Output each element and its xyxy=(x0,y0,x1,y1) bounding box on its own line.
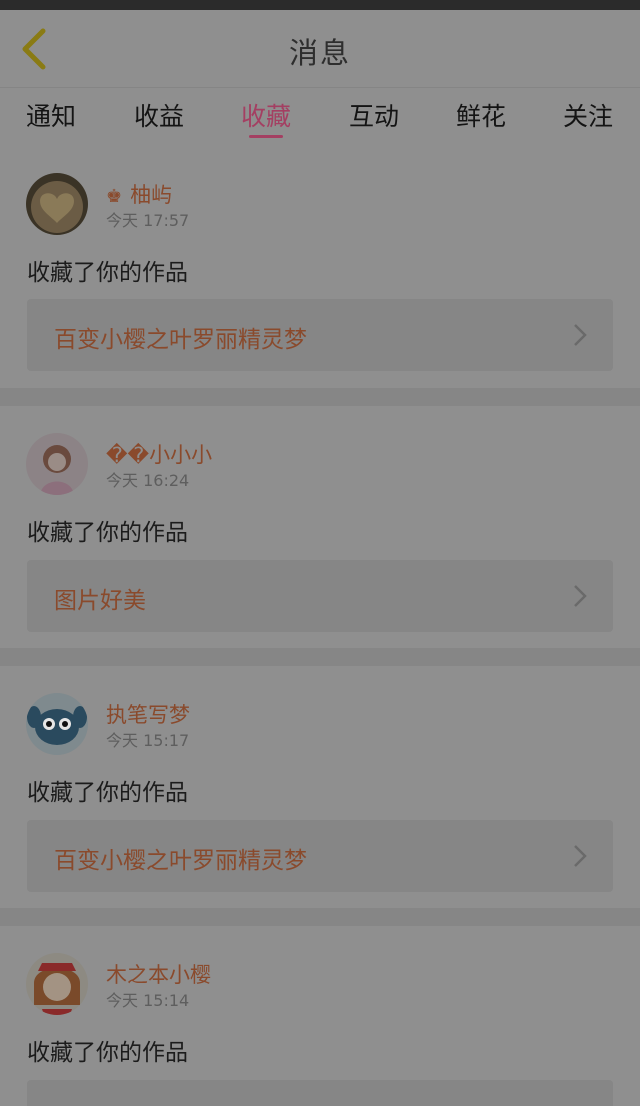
work-link[interactable]: 百变小樱之叶罗丽精灵梦 xyxy=(27,820,613,892)
tab-earnings[interactable]: 收益 xyxy=(119,97,199,133)
page-title: 消息 xyxy=(288,36,351,70)
tab-notifications[interactable]: 通知 xyxy=(11,97,91,133)
action-text: 收藏了你的作品 xyxy=(27,520,188,546)
status-bar xyxy=(0,0,640,10)
avatar[interactable] xyxy=(26,173,88,235)
message-card: 执笔写梦 今天 15:17 收藏了你的作品 百变小樱之叶罗丽精灵梦 xyxy=(0,666,640,908)
tab-favorites[interactable]: 收藏 xyxy=(226,97,306,133)
message-card: ��小小小 今天 16:24 收藏了你的作品 图片好美 xyxy=(0,406,640,648)
action-text: 收藏了你的作品 xyxy=(27,260,188,286)
work-title: 图片好美 xyxy=(54,588,146,614)
action-text: 收藏了你的作品 xyxy=(27,780,188,806)
username[interactable]: 执笔写梦 xyxy=(106,699,190,729)
timestamp: 今天 15:14 xyxy=(106,991,190,1010)
username[interactable]: ��小小小 xyxy=(106,439,212,469)
divider xyxy=(0,908,640,926)
tab-bar: 通知 收益 收藏 互动 鲜花 关注 xyxy=(0,89,640,141)
crown-icon: ♚ xyxy=(106,186,123,207)
chevron-right-icon xyxy=(574,324,587,346)
work-link[interactable]: 百变小樱之叶罗丽精灵梦 xyxy=(27,299,613,371)
avatar[interactable] xyxy=(26,433,88,495)
active-tab-indicator xyxy=(249,135,283,138)
chevron-right-icon xyxy=(574,845,587,867)
username[interactable]: 木之本小樱 xyxy=(106,959,211,989)
action-text: 收藏了你的作品 xyxy=(27,1040,188,1066)
tab-interactions[interactable]: 互动 xyxy=(334,97,414,133)
divider xyxy=(0,648,640,666)
tab-following[interactable]: 关注 xyxy=(548,97,628,133)
timestamp: 今天 17:57 xyxy=(106,211,190,230)
work-title: 百变小樱之叶罗丽精灵梦 xyxy=(54,848,307,874)
chevron-right-icon xyxy=(574,585,587,607)
work-link[interactable] xyxy=(27,1080,613,1106)
avatar[interactable] xyxy=(26,693,88,755)
divider xyxy=(0,388,640,406)
username[interactable]: ♚ 柚屿 xyxy=(106,179,172,209)
message-card: 木之本小樱 今天 15:14 收藏了你的作品 xyxy=(0,926,640,1106)
timestamp: 今天 16:24 xyxy=(106,471,190,490)
nav-bar: 消息 xyxy=(0,10,640,88)
work-link[interactable]: 图片好美 xyxy=(27,560,613,632)
timestamp: 今天 15:17 xyxy=(106,731,190,750)
work-title: 百变小樱之叶罗丽精灵梦 xyxy=(54,327,307,353)
message-card: ♚ 柚屿 今天 17:57 收藏了你的作品 百变小樱之叶罗丽精灵梦 xyxy=(0,141,640,388)
avatar[interactable] xyxy=(26,953,88,1015)
tab-flowers[interactable]: 鲜花 xyxy=(441,97,521,133)
